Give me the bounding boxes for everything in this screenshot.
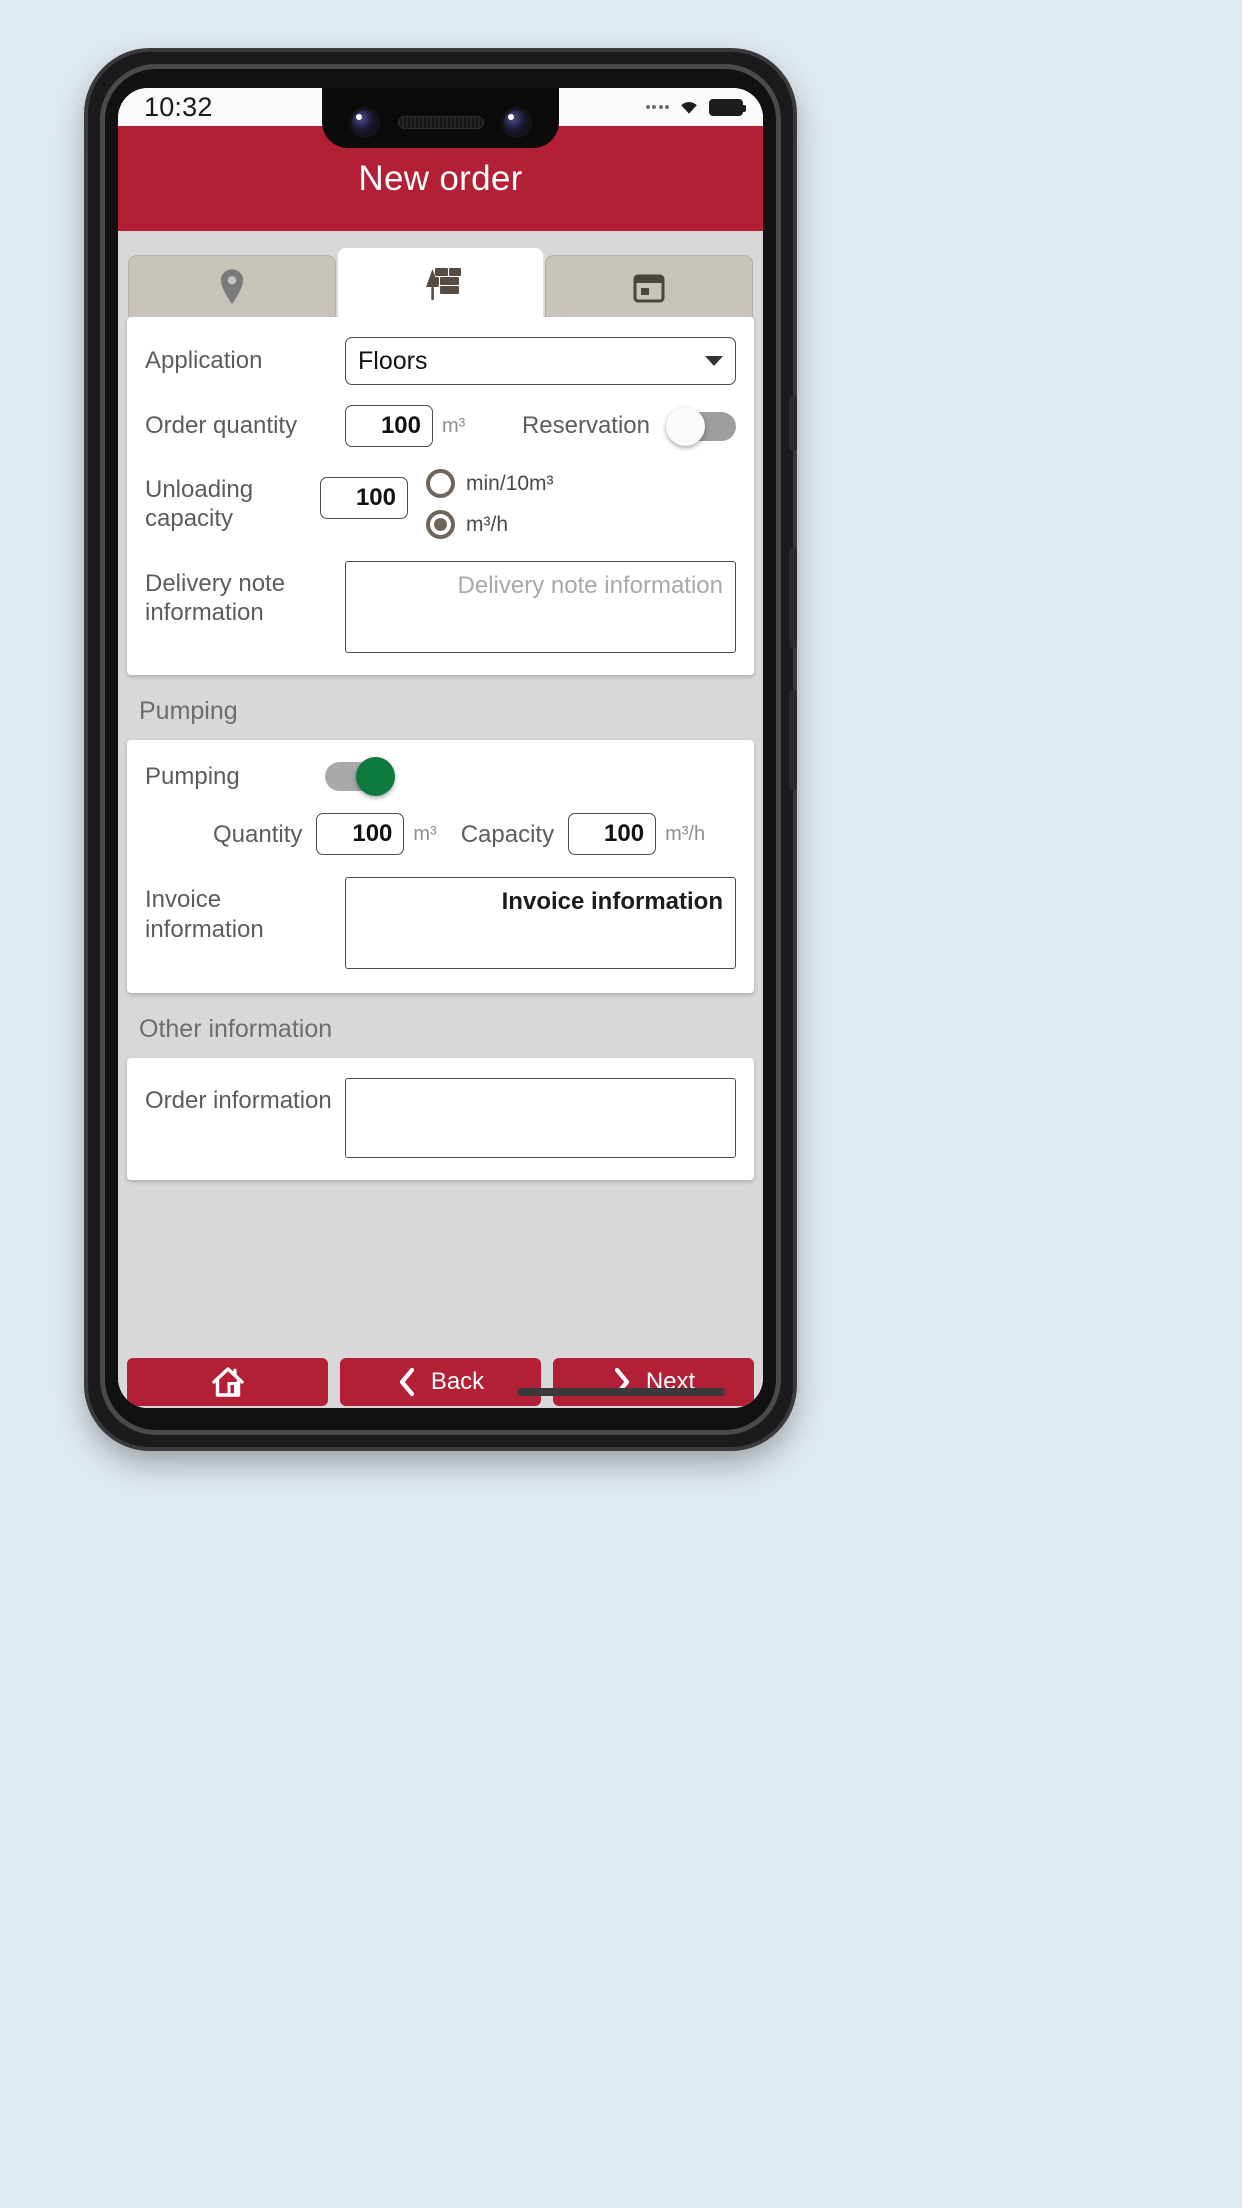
pumping-quantity-value: 100 — [352, 820, 393, 848]
other-information-card: Order information — [127, 1058, 754, 1181]
tab-product[interactable] — [336, 247, 545, 317]
calendar-icon — [633, 271, 665, 303]
tab-bar — [118, 231, 763, 317]
delivery-note-label: Delivery note information — [145, 570, 286, 627]
reservation-toggle-knob — [666, 406, 705, 446]
brick-wall-trowel-icon — [418, 260, 464, 306]
home-button[interactable] — [127, 1358, 328, 1406]
pumping-capacity-label: Capacity — [460, 820, 555, 848]
invoice-information-row: Invoice information Invoice information — [127, 877, 754, 970]
order-quantity-unit: m³ — [442, 414, 466, 437]
volume-down-button[interactable] — [789, 690, 797, 790]
application-label: Application — [145, 347, 263, 375]
unloading-capacity-value: 100 — [355, 484, 396, 511]
screenshot-root: 10:32 New order Application Floors Order… — [0, 0, 1242, 2208]
home-indicator[interactable] — [517, 1388, 725, 1396]
phone-screen: 10:32 New order Application Floors Order… — [118, 88, 763, 1408]
radio-selected-icon — [426, 510, 455, 539]
status-time: 10:32 — [144, 91, 213, 122]
battery-icon — [709, 98, 746, 116]
other-section-title: Other information — [139, 1015, 333, 1044]
order-quantity-value: 100 — [380, 412, 421, 439]
pumping-card: Pumping Quantity 100 m³ Capacity 100 m³/… — [127, 740, 754, 994]
pumping-quantity-label: Quantity — [213, 820, 303, 848]
order-information-input[interactable] — [345, 1078, 736, 1159]
unloading-capacity-label: Unloading capacity — [145, 476, 254, 533]
reservation-toggle[interactable] — [666, 406, 736, 446]
application-value: Floors — [358, 346, 428, 375]
unloading-unit-radio-group: min/10m³ m³/h — [426, 469, 554, 539]
tab-schedule[interactable] — [545, 255, 754, 317]
chevron-left-icon — [397, 1367, 417, 1397]
order-information-row: Order information — [127, 1078, 754, 1159]
home-icon — [211, 1366, 245, 1398]
order-details-card: Application Floors Order quantity 100 m³… — [127, 317, 754, 675]
pumping-values-row: Quantity 100 m³ Capacity 100 m³/h — [127, 813, 754, 856]
order-quantity-input[interactable]: 100 — [345, 405, 433, 447]
order-information-label: Order information — [145, 1087, 332, 1115]
invoice-information-value: Invoice information — [501, 888, 723, 916]
pumping-capacity-unit: m³/h — [665, 822, 706, 845]
signal-dots-icon — [645, 105, 669, 109]
radio-unselected-icon — [426, 469, 455, 498]
back-button-label: Back — [430, 1368, 485, 1395]
pumping-capacity-input[interactable]: 100 — [568, 813, 657, 856]
application-row: Application Floors — [127, 337, 754, 385]
content-area: Application Floors Order quantity 100 m³… — [118, 231, 763, 1408]
order-quantity-row: Order quantity 100 m³ Reservation — [127, 405, 754, 447]
chevron-down-icon — [705, 356, 723, 366]
radio-min-per-10m3[interactable]: min/10m³ — [426, 469, 554, 498]
reservation-label: Reservation — [521, 412, 650, 440]
pumping-section-title: Pumping — [139, 697, 238, 725]
next-button[interactable]: Next — [553, 1358, 754, 1406]
front-camera-icon — [352, 110, 377, 135]
unloading-capacity-input[interactable]: 100 — [320, 477, 408, 519]
delivery-note-row: Delivery note information Delivery note … — [127, 561, 754, 653]
order-quantity-label: Order quantity — [145, 412, 298, 440]
delivery-note-placeholder: Delivery note information — [457, 572, 723, 599]
phone-notch — [322, 88, 559, 148]
radio-m3-per-hour[interactable]: m³/h — [426, 510, 554, 539]
pumping-toggle-row: Pumping — [127, 757, 754, 797]
power-button[interactable] — [789, 395, 797, 451]
radio-min-per-10m3-label: min/10m³ — [466, 471, 554, 495]
front-camera-secondary-icon — [504, 110, 529, 135]
pumping-toggle-label: Pumping — [145, 763, 240, 790]
volume-up-button[interactable] — [789, 548, 797, 648]
tab-location[interactable] — [128, 255, 336, 317]
status-icons — [645, 98, 746, 116]
pumping-quantity-unit: m³ — [413, 822, 437, 845]
page-title: New order — [358, 158, 523, 198]
pumping-capacity-value: 100 — [604, 820, 645, 848]
earpiece-speaker — [398, 116, 484, 129]
back-button[interactable]: Back — [340, 1358, 541, 1406]
pumping-toggle[interactable] — [325, 757, 395, 797]
map-pin-icon — [217, 268, 247, 306]
radio-m3-per-hour-label: m³/h — [466, 512, 508, 536]
delivery-note-input[interactable]: Delivery note information — [345, 561, 736, 653]
invoice-information-input[interactable]: Invoice information — [345, 877, 736, 970]
unloading-capacity-row: Unloading capacity 100 min/10m³ m³/h — [127, 469, 754, 539]
bottom-navigation: Back Next — [118, 1358, 763, 1408]
pumping-toggle-knob — [356, 757, 395, 797]
application-select[interactable]: Floors — [345, 337, 736, 385]
wifi-icon — [678, 99, 700, 115]
invoice-information-label: Invoice information — [145, 886, 264, 943]
pumping-quantity-input[interactable]: 100 — [316, 813, 405, 856]
